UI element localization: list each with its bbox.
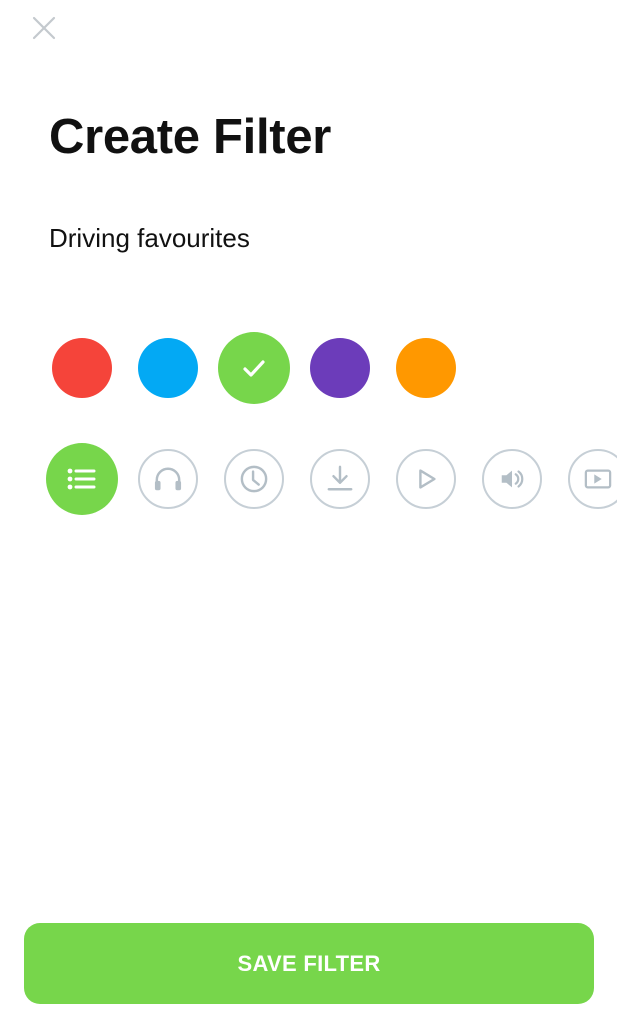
- icon-option-headphones[interactable]: [138, 449, 198, 509]
- save-filter-button[interactable]: SAVE FILTER: [24, 923, 594, 1004]
- close-button[interactable]: [30, 14, 58, 42]
- icon-option-video[interactable]: [568, 449, 617, 509]
- volume-icon: [501, 470, 524, 488]
- color-swatch-purple[interactable]: [310, 338, 370, 398]
- color-swatch-blue[interactable]: [138, 338, 198, 398]
- icon-option-clock[interactable]: [224, 449, 284, 509]
- list-icon: [67, 468, 96, 490]
- icon-option-volume[interactable]: [482, 449, 542, 509]
- color-swatch-green[interactable]: [218, 332, 290, 404]
- icon-option-play[interactable]: [396, 449, 456, 509]
- clock-icon: [240, 465, 268, 493]
- close-icon: [32, 16, 56, 40]
- video-icon: [584, 469, 612, 489]
- icon-option-download[interactable]: [310, 449, 370, 509]
- headphones-icon: [154, 467, 182, 491]
- color-swatch-orange[interactable]: [396, 338, 456, 398]
- checkmark-icon: [243, 360, 265, 377]
- download-icon: [327, 465, 353, 491]
- page-title: Create Filter: [49, 110, 332, 164]
- icon-option-list[interactable]: [46, 443, 118, 515]
- filter-name-field[interactable]: [49, 221, 569, 255]
- play-icon: [419, 469, 436, 489]
- color-swatch-red[interactable]: [52, 338, 112, 398]
